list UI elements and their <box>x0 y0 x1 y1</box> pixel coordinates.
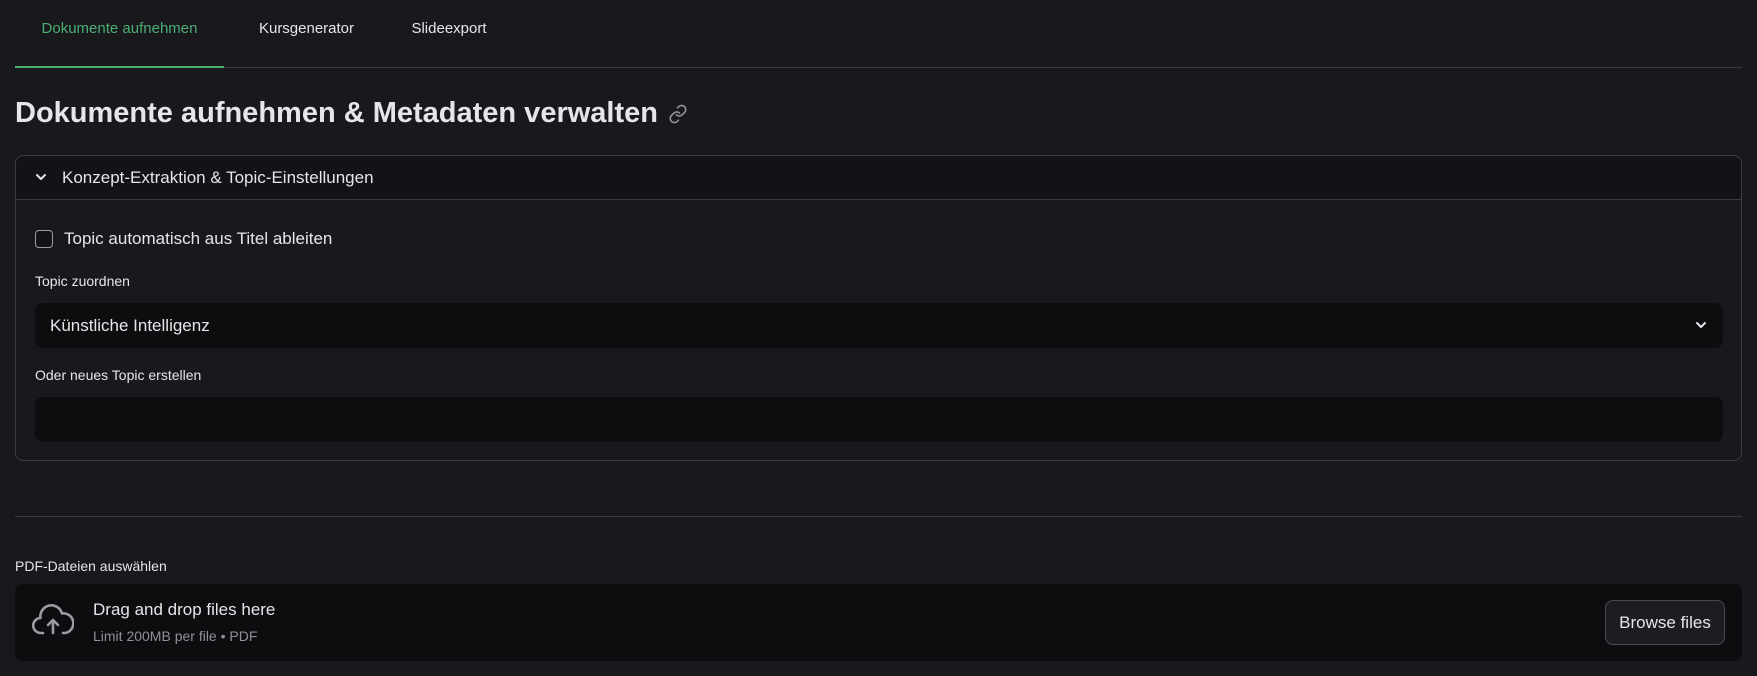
topic-select[interactable]: Künstliche Intelligenz <box>35 303 1723 348</box>
topic-settings-expander: Konzept-Extraktion & Topic-Einstellungen… <box>15 155 1742 461</box>
topic-select-label: Topic zuordnen <box>35 273 130 289</box>
new-topic-input[interactable] <box>35 397 1723 442</box>
expander-header[interactable]: Konzept-Extraktion & Topic-Einstellungen <box>16 156 1741 200</box>
pdf-upload-label: PDF-Dateien auswählen <box>15 558 167 574</box>
chevron-down-icon <box>1693 317 1709 338</box>
active-tab-indicator <box>15 66 224 68</box>
auto-topic-checkbox[interactable] <box>35 230 53 248</box>
tab-slideexport[interactable]: Slideexport <box>389 0 509 68</box>
topic-select-value: Künstliche Intelligenz <box>50 316 210 335</box>
new-topic-label: Oder neues Topic erstellen <box>35 367 202 383</box>
page-heading: Dokumente aufnehmen & Metadaten verwalte… <box>15 97 688 130</box>
tab-dokumente-aufnehmen[interactable]: Dokumente aufnehmen <box>15 0 224 68</box>
auto-topic-checkbox-label: Topic automatisch aus Titel ableiten <box>64 229 333 248</box>
cloud-upload-icon <box>31 604 75 643</box>
page-title: Dokumente aufnehmen & Metadaten verwalte… <box>15 97 658 129</box>
section-divider <box>15 516 1742 517</box>
file-dropzone[interactable]: Drag and drop files here Limit 200MB per… <box>15 584 1742 661</box>
chevron-down-icon <box>33 169 49 190</box>
dropzone-limit: Limit 200MB per file • PDF <box>93 628 258 644</box>
dropzone-instructions: Drag and drop files here <box>93 600 276 619</box>
browse-files-button[interactable]: Browse files <box>1605 600 1725 645</box>
tab-kursgenerator[interactable]: Kursgenerator <box>224 0 389 68</box>
tab-bar: Dokumente aufnehmen Kursgenerator Slidee… <box>15 0 1742 68</box>
link-icon[interactable] <box>668 104 688 124</box>
app-page: Dokumente aufnehmen Kursgenerator Slidee… <box>0 0 1757 676</box>
auto-topic-checkbox-row[interactable]: Topic automatisch aus Titel ableiten <box>35 229 332 249</box>
expander-title: Konzept-Extraktion & Topic-Einstellungen <box>62 168 374 187</box>
